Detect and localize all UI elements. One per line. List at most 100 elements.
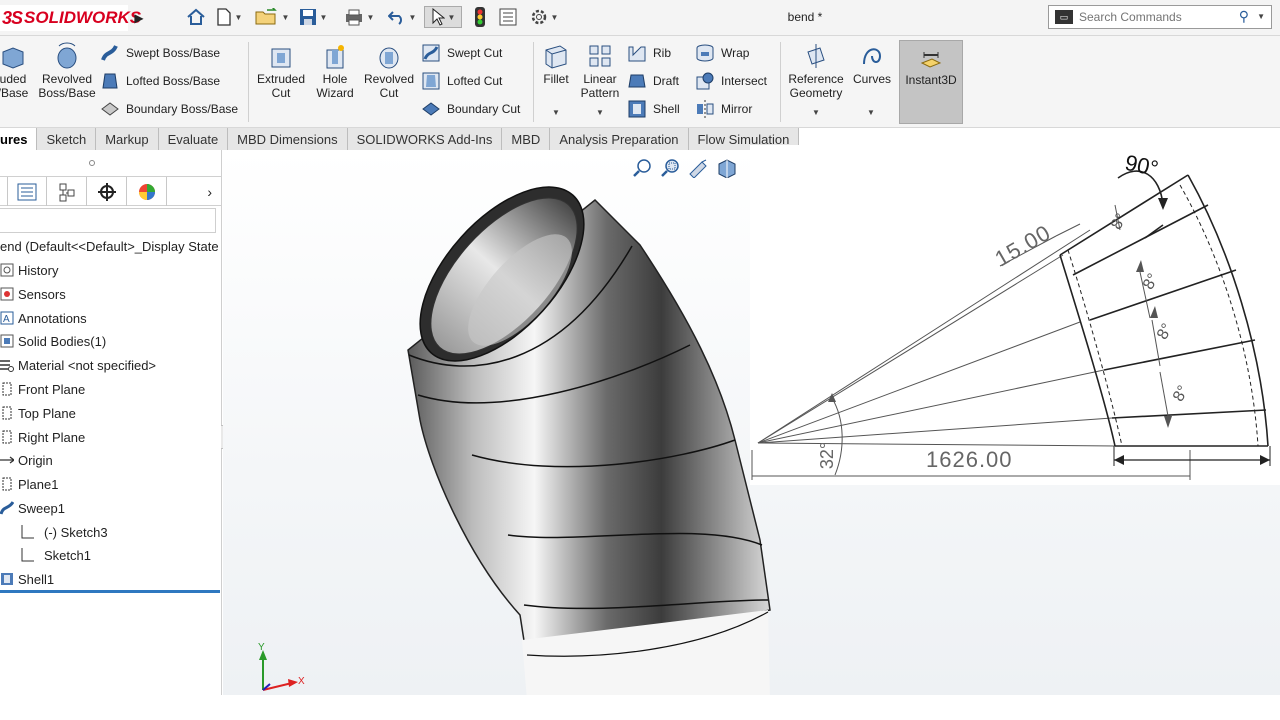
tab-markup[interactable]: Markup <box>96 128 159 150</box>
draft-button[interactable]: Draft <box>627 70 679 92</box>
section-view-icon[interactable] <box>716 158 738 178</box>
tab-sketch[interactable]: Sketch <box>37 128 97 150</box>
rib-button[interactable]: Rib <box>627 42 671 64</box>
fillet-dropdown-icon[interactable]: ▼ <box>552 108 560 117</box>
tree-item-history[interactable]: History <box>0 260 58 280</box>
tree-item-sketch3[interactable]: (-) Sketch3 <box>18 522 108 542</box>
tree-label: Annotations <box>18 310 87 326</box>
shell-feature-icon <box>0 572 14 586</box>
boundary-cut-button[interactable]: Boundary Cut <box>421 98 520 120</box>
command-manager: uded /Base Revolved Boss/Base Swept Boss… <box>0 36 1280 128</box>
tree-item-sensors[interactable]: Sensors <box>0 284 66 304</box>
tab-analysis-preparation[interactable]: Analysis Preparation <box>550 128 689 150</box>
feature-filter-input[interactable] <box>0 208 216 233</box>
open-icon[interactable]: ▼ <box>252 6 292 28</box>
tab-mbd-dimensions[interactable]: MBD Dimensions <box>228 128 348 150</box>
fillet-button[interactable]: Fillet <box>538 42 574 86</box>
mirror-label: Mirror <box>721 102 753 116</box>
reference-geometry-dropdown-icon[interactable]: ▼ <box>812 108 820 117</box>
ribbon-separator <box>780 42 781 122</box>
wrap-button[interactable]: Wrap <box>695 42 749 64</box>
tree-root-part[interactable]: end (Default<<Default>_Display State <box>0 236 219 256</box>
zoom-to-fit-icon[interactable] <box>632 158 654 178</box>
tree-label: Sensors <box>18 286 66 302</box>
shell-button[interactable]: Shell <box>627 98 680 120</box>
tree-label: (-) Sketch3 <box>44 524 108 540</box>
more-tabs-chevron-icon[interactable]: › <box>167 177 222 206</box>
logo-text: SOLIDWORKS <box>24 8 142 27</box>
propertymanager-tab[interactable] <box>8 177 48 206</box>
swept-boss-icon <box>101 45 118 61</box>
boundary-boss-button[interactable]: Boundary Boss/Base <box>100 98 238 120</box>
select-icon[interactable]: ▼ <box>424 6 462 28</box>
bend-dimension-drawing: 90° 15.00 8° 8° 8° 8° 32° 1626.00 <box>750 145 1280 485</box>
tree-item-sweep1[interactable]: Sweep1 <box>0 498 65 518</box>
tab-mbd[interactable]: MBD <box>502 128 551 150</box>
lofted-cut-button[interactable]: Lofted Cut <box>421 70 502 92</box>
extruded-boss-button[interactable]: uded /Base <box>0 42 30 100</box>
save-icon[interactable]: ▼ <box>298 6 328 28</box>
linear-pattern-dropdown-icon[interactable]: ▼ <box>596 108 604 117</box>
tab-evaluate[interactable]: Evaluate <box>158 128 229 150</box>
tree-label: History <box>18 262 59 278</box>
tree-item-top-plane[interactable]: Top Plane <box>0 403 76 423</box>
plane-icon <box>0 406 14 420</box>
zoom-to-area-icon[interactable] <box>660 158 682 178</box>
intersect-button[interactable]: Intersect <box>695 70 767 92</box>
revolved-boss-button[interactable]: Revolved Boss/Base <box>38 42 96 100</box>
search-input[interactable] <box>1079 10 1229 24</box>
tree-label: Material <not specified> <box>18 357 157 373</box>
tree-item-annotations[interactable]: A Annotations <box>0 308 87 328</box>
previous-view-icon[interactable] <box>688 158 710 178</box>
tree-label: Right Plane <box>18 429 86 445</box>
tab-features[interactable]: ures <box>0 128 38 150</box>
extruded-cut-button[interactable]: Extruded Cut <box>252 42 310 100</box>
instant3d-button[interactable]: Instant3D <box>899 40 963 124</box>
menu-expand-icon[interactable]: ▶ <box>132 9 146 27</box>
reference-geometry-button[interactable]: Reference Geometry <box>785 42 847 100</box>
revolved-cut-label: Revolved Cut <box>363 72 415 100</box>
panel-splitter-handle[interactable] <box>89 160 95 166</box>
dimxpertmanager-tab[interactable] <box>87 177 128 206</box>
tree-root-label: end (Default<<Default>_Display State <box>0 238 219 254</box>
tree-item-material[interactable]: Material <not specified> <box>0 355 156 375</box>
search-commands[interactable]: ▭ ⚲ ▼ <box>1048 5 1272 29</box>
home-icon[interactable] <box>184 6 208 28</box>
lofted-boss-button[interactable]: Lofted Boss/Base <box>100 70 220 92</box>
tab-solidworks-addins[interactable]: SOLIDWORKS Add-Ins <box>347 128 503 150</box>
revolved-cut-button[interactable]: Revolved Cut <box>362 42 416 100</box>
tree-item-shell1[interactable]: Shell1 <box>0 569 54 589</box>
new-document-icon[interactable]: ▼ <box>214 6 244 28</box>
linear-pattern-button[interactable]: Linear Pattern <box>578 42 622 100</box>
swept-cut-button[interactable]: Swept Cut <box>421 42 502 64</box>
featuremanager-tab[interactable] <box>0 177 8 206</box>
extruded-cut-label: Extruded Cut <box>256 72 306 100</box>
undo-icon[interactable]: ▼ <box>384 6 420 28</box>
solidworks-logo[interactable]: 3S SOLIDWORKS <box>0 5 141 31</box>
curves-dropdown-icon[interactable]: ▼ <box>867 108 875 117</box>
swept-boss-button[interactable]: Swept Boss/Base <box>100 42 220 64</box>
options-icon[interactable]: ▼ <box>526 6 562 28</box>
print-icon[interactable]: ▼ <box>340 6 378 28</box>
tree-item-origin[interactable]: Origin <box>0 450 53 470</box>
configurationmanager-tab[interactable] <box>47 177 88 206</box>
tree-item-sketch1[interactable]: Sketch1 <box>18 545 91 565</box>
tree-label: Solid Bodies(1) <box>18 333 107 349</box>
search-icon[interactable]: ⚲ <box>1239 8 1249 25</box>
tree-item-front-plane[interactable]: Front Plane <box>0 379 85 399</box>
curves-button[interactable]: Curves <box>851 42 893 86</box>
linear-pattern-icon <box>589 45 611 67</box>
file-properties-icon[interactable] <box>497 6 519 28</box>
boundary-boss-label: Boundary Boss/Base <box>126 102 239 116</box>
mirror-button[interactable]: Mirror <box>695 98 752 120</box>
shell-icon <box>628 100 646 118</box>
tree-item-solid-bodies[interactable]: Solid Bodies(1) <box>0 331 106 351</box>
displaymanager-tab[interactable] <box>127 177 168 206</box>
hole-wizard-button[interactable]: Hole Wizard <box>310 42 360 100</box>
chevron-down-icon[interactable]: ▼ <box>1257 12 1265 21</box>
tree-item-plane1[interactable]: Plane1 <box>0 474 58 494</box>
rebuild-icon[interactable] <box>470 6 490 28</box>
tree-label: Shell1 <box>18 571 55 587</box>
tree-item-right-plane[interactable]: Right Plane <box>0 427 85 447</box>
rollback-bar[interactable] <box>0 590 220 593</box>
